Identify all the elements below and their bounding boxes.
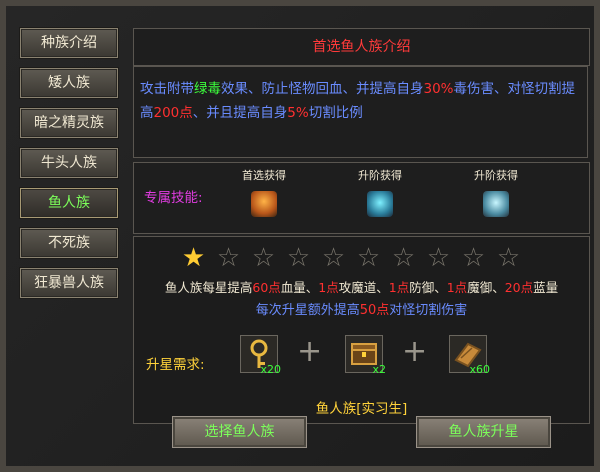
star-empty-icon: ☆ [251,243,276,273]
tab-minotaur[interactable]: 牛头人族 [20,148,118,178]
bonus-value: 20点 [504,280,534,295]
desc-text: 攻击附带 [140,81,194,97]
desc-text: 、并且提高自身 [192,105,288,121]
bonus-text: 防御、 [409,280,447,295]
skill-slot[interactable]: 升阶获得 [340,167,420,217]
desc-value: 30% [423,81,454,97]
bonus-text: 鱼人族每星提高 [164,280,253,295]
extra-text: 每次升星额外提高 [255,303,360,318]
tab-undead[interactable]: 不死族 [20,228,118,258]
material-count: x20 [260,363,281,376]
bonus-text: 血量、 [280,280,319,295]
desc-text: 效果、防止怪物回血、并提高自身 [221,81,424,97]
bonus-value: 1点 [388,280,410,295]
plus-icon: + [297,334,323,369]
bonus-text: 攻魔道、 [338,280,389,295]
per-star-bonus: 鱼人族每星提高60点血量、1点攻魔道、1点防御、1点魔御、20点蓝量 [134,277,589,296]
star-empty-icon: ☆ [496,243,521,273]
race-detail-panel: 首选鱼人族介绍 攻击附带绿毒效果、防止怪物回血、并提高自身30%毒伤害、对怪切割… [133,28,590,448]
star-upgrade-sheet: ★ ☆ ☆ ☆ ☆ ☆ ☆ ☆ ☆ ☆ 鱼人族每星提高60点血量、1点攻魔道、1点防御、1点魔御、… [133,236,590,424]
bonus-value: 1点 [446,280,468,295]
desc-highlight: 绿毒 [194,81,221,97]
panel-title: 首选鱼人族介绍 [133,28,590,66]
tab-dwarf[interactable]: 矮人族 [20,68,118,98]
desc-value: 200点 [153,105,193,121]
select-race-button[interactable]: 选择鱼人族 [172,416,307,448]
material-count: x60 [469,363,490,376]
star-empty-icon: ☆ [391,243,416,273]
material-count: x2 [372,363,386,376]
material-slot[interactable]: x2 [345,335,386,376]
bonus-value: 1点 [318,280,339,295]
exclusive-skills: 专属技能: 首选获得 升阶获得 升阶获得 [133,162,590,234]
star-empty-icon: ☆ [321,243,346,273]
upgrade-star-button[interactable]: 鱼人族升星 [416,416,551,448]
desc-text: 切割比例 [308,105,363,121]
bonus-text: 魔御、 [467,280,505,295]
tab-murloc[interactable]: 鱼人族 [20,188,118,218]
crystal-shield-icon [483,191,509,217]
star-empty-icon: ☆ [426,243,451,273]
star-empty-icon: ☆ [286,243,311,273]
extra-text: 对怪切割伤害 [389,303,468,318]
star-empty-icon: ☆ [356,243,381,273]
extra-bonus: 每次升星额外提高50点对怪切割伤害 [134,299,589,318]
tab-berserk-orc[interactable]: 狂暴兽人族 [20,268,118,298]
skill-caption: 升阶获得 [474,169,518,182]
skill-slot[interactable]: 升阶获得 [456,167,536,217]
race-description: 攻击附带绿毒效果、防止怪物回血、并提高自身30%毒伤害、对怪切割提高200点、并… [133,66,588,158]
bonus-value: 60点 [252,280,281,295]
skills-label: 专属技能: [144,190,203,206]
star-empty-icon: ☆ [216,243,241,273]
race-tab-list: 种族介绍 矮人族 暗之精灵族 牛头人族 鱼人族 不死族 狂暴兽人族 [20,28,124,308]
star-filled-icon: ★ [181,243,206,273]
requirement-label: 升星需求: [146,357,205,373]
bonus-text: 蓝量 [533,280,559,295]
material-slot[interactable]: x20 [240,335,281,376]
tab-race-intro[interactable]: 种族介绍 [20,28,118,58]
star-empty-icon: ☆ [461,243,486,273]
flame-book-icon [251,191,277,217]
tab-dark-elf[interactable]: 暗之精灵族 [20,108,118,138]
desc-value: 5% [287,105,309,121]
star-rating: ★ ☆ ☆ ☆ ☆ ☆ ☆ ☆ ☆ ☆ [178,243,528,273]
race-window: 种族介绍 矮人族 暗之精灵族 牛头人族 鱼人族 不死族 狂暴兽人族 首选鱼人族介… [0,0,600,472]
skill-caption: 升阶获得 [358,169,402,182]
skill-slot[interactable]: 首选获得 [224,167,304,217]
skill-caption: 首选获得 [242,169,286,182]
race-rank: 鱼人族[实习生] [315,401,408,417]
teal-rune-icon [367,191,393,217]
plus-icon: + [402,334,428,369]
material-slot[interactable]: x60 [449,335,490,376]
extra-value: 50点 [359,303,390,318]
